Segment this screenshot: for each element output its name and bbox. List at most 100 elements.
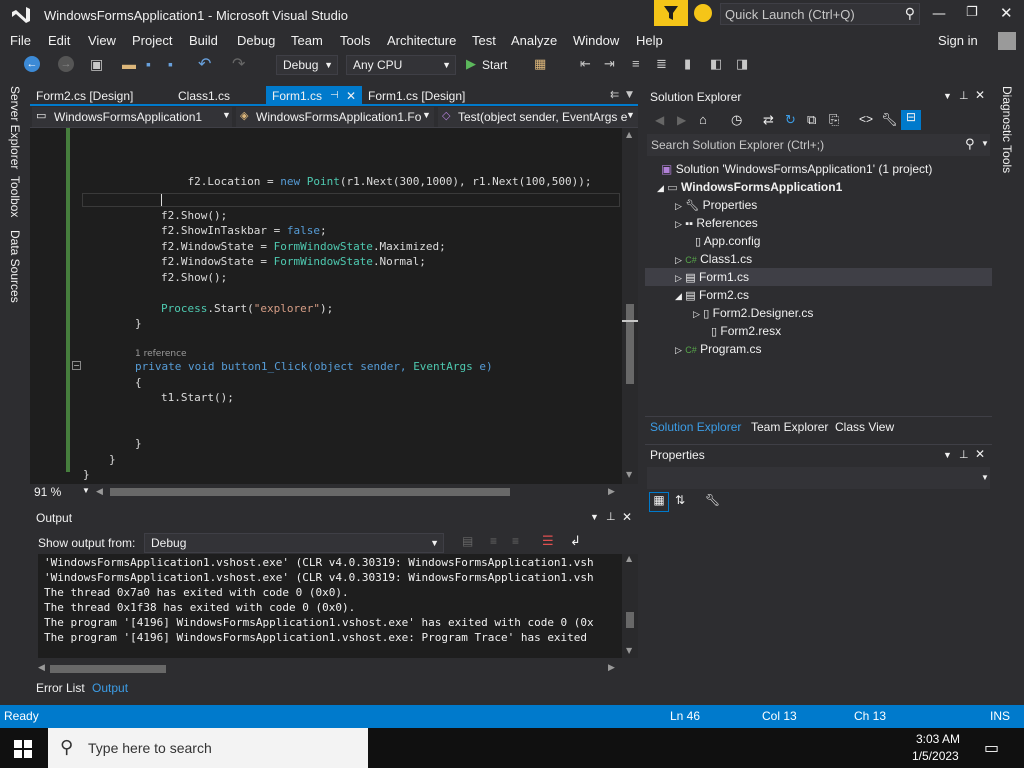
find-message-icon[interactable]: ▤	[462, 534, 473, 548]
side-tab-server-explorer[interactable]: Server Explorer	[8, 86, 22, 169]
scroll-up-icon[interactable]: ▲	[626, 130, 632, 139]
uncomment-icon[interactable]: ≣	[656, 56, 667, 72]
tab-class-view[interactable]: Class View	[835, 420, 894, 434]
open-folder-icon[interactable]: ▬	[122, 56, 136, 72]
sign-in-link[interactable]: Sign in	[930, 30, 986, 52]
tab-form1[interactable]: Form1.cs ⊣ ✕	[266, 86, 362, 106]
tab-output[interactable]: Output	[92, 681, 128, 695]
pin-icon[interactable]: ⊥	[959, 89, 969, 102]
smiley-feedback-icon[interactable]	[694, 4, 712, 22]
menu-analyze[interactable]: Analyze	[503, 30, 565, 52]
menu-view[interactable]: View	[80, 30, 124, 52]
zoom-level[interactable]: 91 %	[34, 485, 61, 499]
start-button[interactable]: ▶ Start	[464, 55, 524, 75]
menu-file[interactable]: File	[2, 30, 39, 52]
chevron-down-icon[interactable]: ▼	[943, 450, 952, 460]
side-tab-diagnostic-tools[interactable]: Diagnostic Tools	[1000, 86, 1014, 173]
save-icon[interactable]: ▪	[146, 56, 151, 72]
categorized-icon[interactable]: ▦	[649, 492, 669, 512]
tree-item-program[interactable]: ▷ C# Program.cs	[675, 340, 761, 358]
scroll-thumb[interactable]	[626, 304, 634, 384]
forward-icon[interactable]: →	[58, 56, 74, 72]
tree-item-form2-resx[interactable]: ▯ Form2.resx	[711, 322, 781, 340]
reference-count-codelens[interactable]: 1 reference	[135, 349, 187, 359]
menu-debug[interactable]: Debug	[229, 30, 283, 52]
tree-item-references[interactable]: ▷ ▪▪ References	[675, 214, 758, 232]
menu-help[interactable]: Help	[628, 30, 671, 52]
bookmark-next-icon[interactable]: ◨	[736, 56, 748, 72]
redo-icon[interactable]: ↷	[232, 54, 245, 74]
home-icon[interactable]: ⌂	[699, 112, 707, 127]
scroll-thumb[interactable]	[626, 612, 634, 628]
project-dropdown[interactable]: ▭ WindowsFormsApplication1 ▼	[32, 107, 232, 127]
step-over-icon[interactable]: ⇥	[604, 56, 615, 72]
tree-item-project[interactable]: ◢ ▭ WindowsFormsApplication1	[657, 178, 842, 196]
feedback-filter-icon[interactable]	[654, 0, 688, 26]
tab-error-list[interactable]: Error List	[36, 681, 85, 695]
collapsed-icon[interactable]: ▷	[675, 201, 682, 211]
member-dropdown[interactable]: ◇ Test(object sender, EventArgs e ▼	[438, 107, 638, 127]
taskbar-search-box[interactable]: ⚲ Type here to search	[48, 728, 368, 768]
menu-architecture[interactable]: Architecture	[379, 30, 464, 52]
clock-date[interactable]: 1/5/2023	[912, 749, 959, 763]
collapsed-icon[interactable]: ▷	[693, 309, 700, 319]
account-icon[interactable]	[998, 32, 1016, 50]
attach-icon[interactable]: ▦	[534, 56, 546, 72]
tab-form2-design[interactable]: Form2.cs [Design]	[30, 86, 139, 106]
close-icon[interactable]: ✕	[622, 510, 632, 524]
comment-icon[interactable]: ≡	[632, 56, 640, 71]
notification-icon[interactable]: ▭	[984, 738, 999, 758]
scroll-down-icon[interactable]: ▼	[626, 646, 632, 655]
tree-item-app-config[interactable]: ▯ App.config	[695, 232, 760, 250]
property-pages-icon[interactable]: 🔧︎	[705, 493, 720, 507]
chevron-down-icon[interactable]: ▼	[943, 91, 952, 101]
tab-form1-design[interactable]: Form1.cs [Design]	[362, 86, 471, 106]
close-icon[interactable]: ✕	[975, 88, 985, 102]
menu-test[interactable]: Test	[464, 30, 504, 52]
bookmark-icon[interactable]: ▮	[684, 56, 691, 72]
tree-item-class1[interactable]: ▷ C# Class1.cs	[675, 250, 752, 268]
tab-solution-explorer[interactable]: Solution Explorer	[650, 420, 741, 434]
tab-team-explorer[interactable]: Team Explorer	[751, 420, 828, 434]
tree-item-properties[interactable]: ▷ 🔧︎ Properties	[675, 196, 757, 214]
show-all-files-icon[interactable]: ⎘	[829, 112, 839, 128]
back-icon[interactable]: ←	[24, 56, 40, 72]
properties-wrench-icon[interactable]: 🔧︎	[881, 112, 898, 128]
pin-icon[interactable]: ⊥	[606, 510, 616, 523]
pin-icon[interactable]: ⊥	[959, 448, 969, 461]
history-icon[interactable]: ◷	[731, 112, 742, 128]
next-message-icon[interactable]: ≡	[512, 534, 519, 548]
scroll-right-icon[interactable]: ▶	[608, 486, 615, 497]
menu-window[interactable]: Window	[565, 30, 627, 52]
horizontal-scroll-thumb[interactable]	[110, 488, 510, 496]
scroll-left-icon[interactable]: ◀	[38, 663, 45, 673]
tab-overflow-icon[interactable]: ⇇	[610, 88, 619, 101]
chevron-down-icon[interactable]: ▼	[82, 486, 90, 495]
word-wrap-icon[interactable]: ↲	[570, 533, 581, 549]
close-tab-icon[interactable]: ✕	[346, 86, 356, 106]
output-horizontal-scrollbar[interactable]: ◀ ▶	[30, 662, 638, 676]
collapsed-icon[interactable]: ▷	[675, 345, 682, 355]
collapsed-icon[interactable]: ▷	[675, 219, 682, 229]
solution-search-box[interactable]: Search Solution Explorer (Ctrl+;) ⚲ ▼	[647, 134, 990, 156]
tab-class1[interactable]: Class1.cs	[172, 86, 236, 106]
step-into-icon[interactable]: ⇤	[580, 56, 591, 72]
se-back-icon[interactable]: ◀	[655, 113, 664, 127]
prev-message-icon[interactable]: ≡	[490, 534, 497, 548]
se-forward-icon[interactable]: ▶	[677, 113, 686, 127]
collapse-all-icon[interactable]: ⧉	[807, 112, 816, 128]
sync-icon[interactable]: ⇄	[763, 112, 774, 128]
scroll-left-icon[interactable]: ◀	[96, 486, 103, 497]
undo-icon[interactable]: ↶	[198, 54, 211, 74]
clear-all-icon[interactable]: ☰	[542, 533, 554, 549]
clock-time[interactable]: 3:03 AM	[916, 732, 960, 746]
tree-item-form2-designer[interactable]: ▷ ▯ Form2.Designer.cs	[693, 304, 813, 322]
menu-edit[interactable]: Edit	[40, 30, 78, 52]
horizontal-scroll-thumb[interactable]	[50, 665, 166, 673]
bookmark-prev-icon[interactable]: ◧	[710, 56, 722, 72]
expanded-icon[interactable]: ◢	[675, 291, 682, 301]
configuration-dropdown[interactable]: Debug ▼	[276, 55, 338, 75]
quick-launch-box[interactable]: Quick Launch (Ctrl+Q) ⚲	[720, 3, 920, 25]
preview-selected-icon[interactable]: ⊟	[901, 110, 921, 130]
view-code-icon[interactable]: <>	[859, 112, 873, 126]
